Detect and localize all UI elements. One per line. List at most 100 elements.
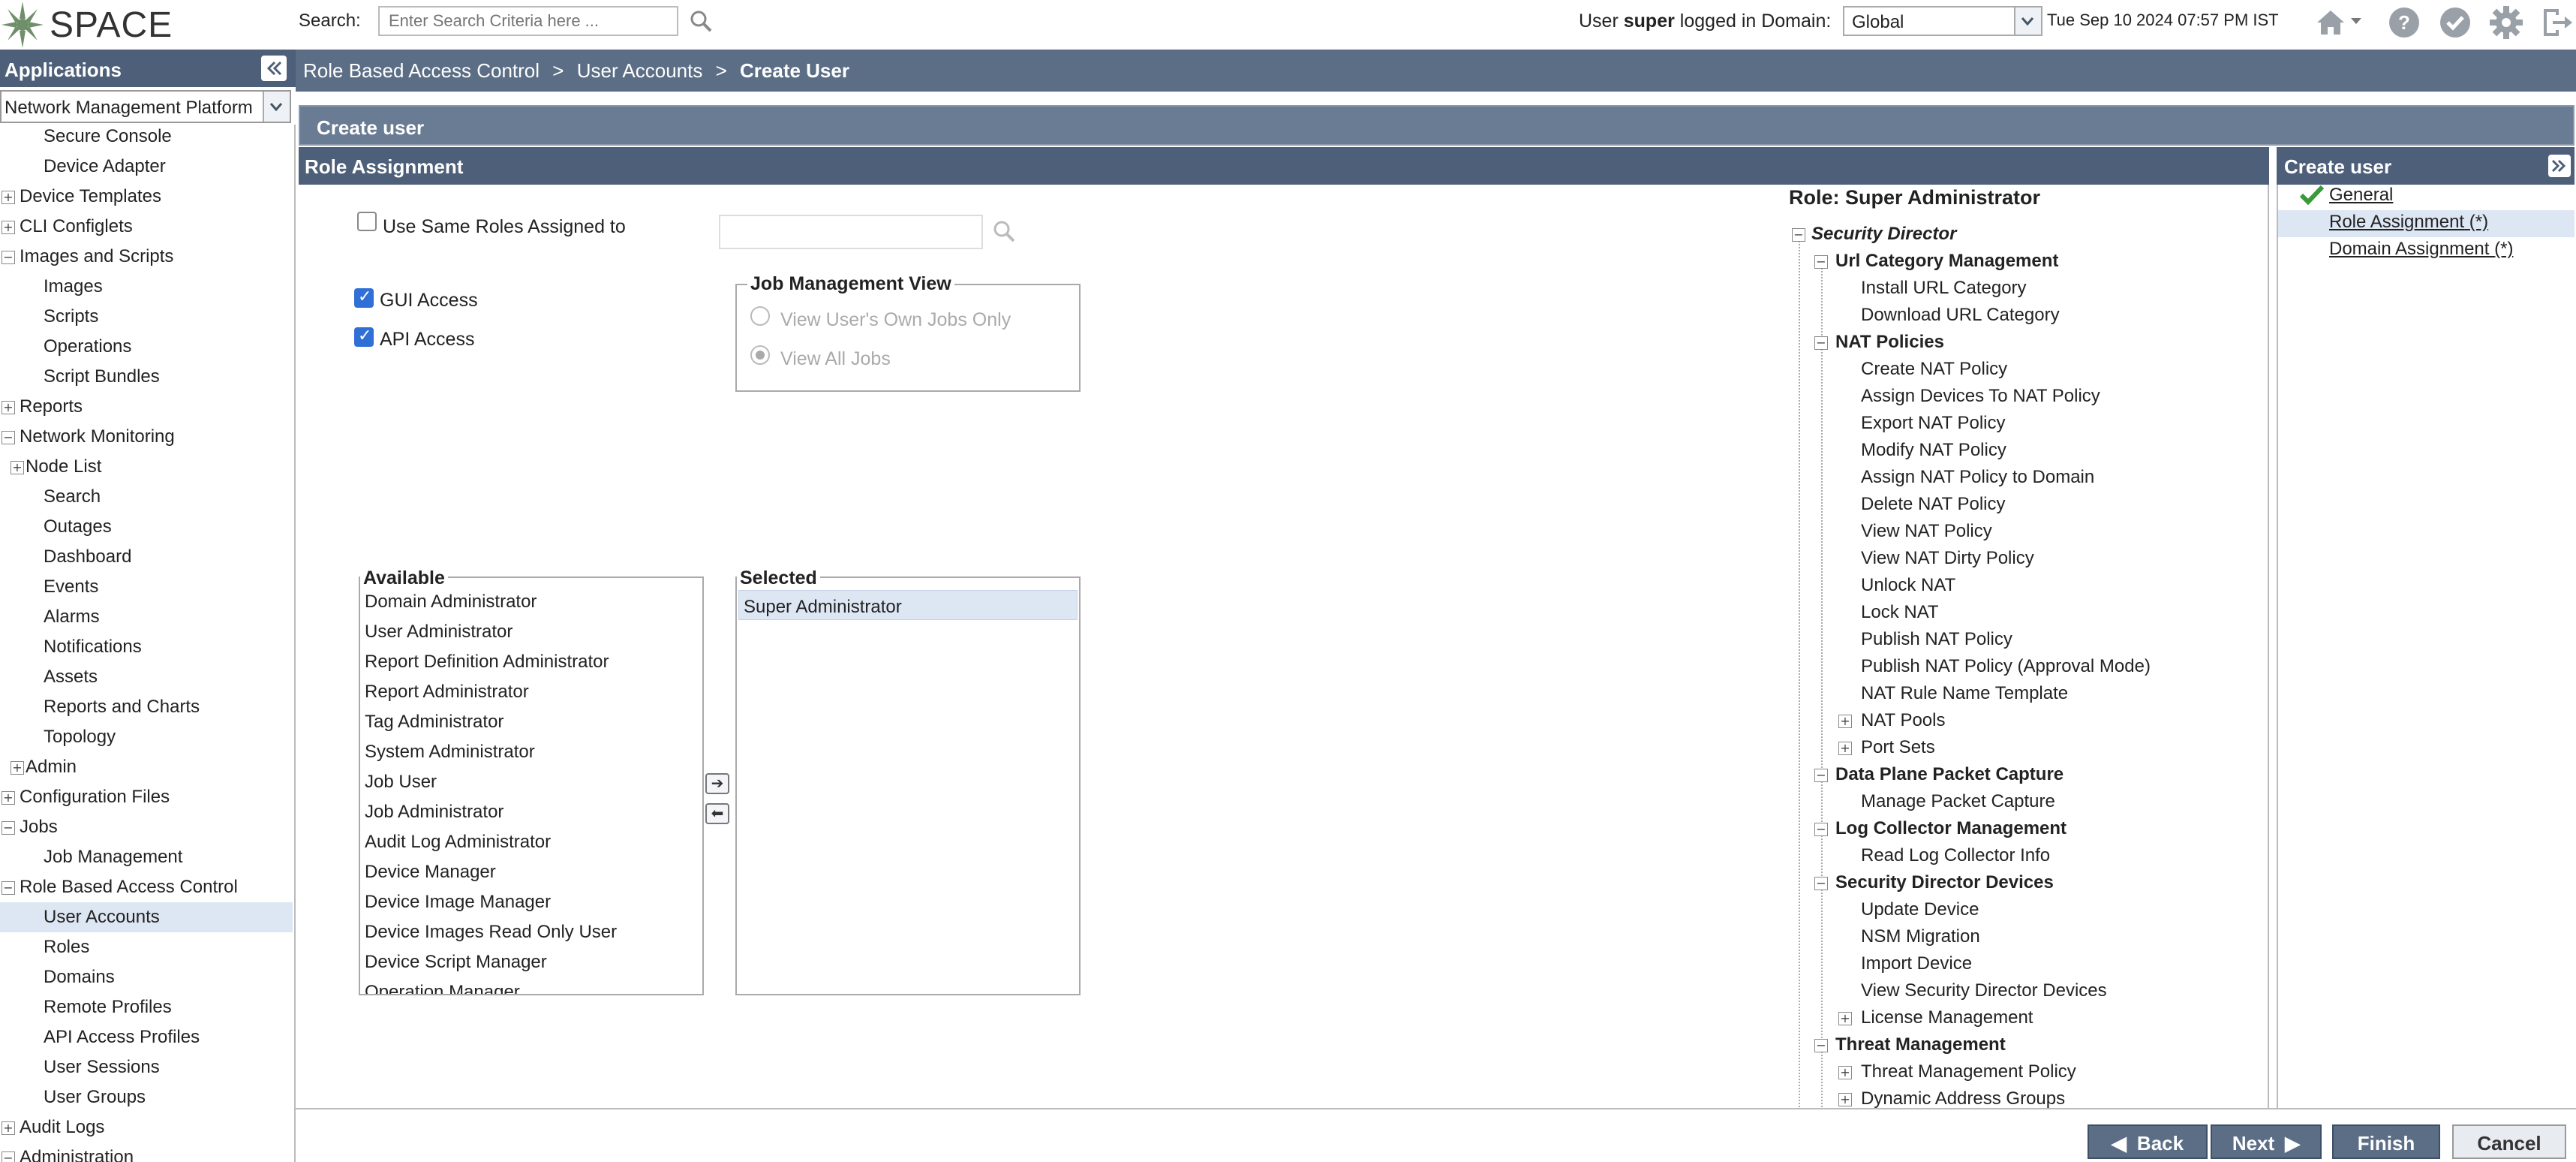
back-button[interactable]: ◀ Back xyxy=(2088,1124,2208,1159)
available-role-item[interactable]: System Administrator xyxy=(365,742,535,763)
sidebar-item-cli-configlets[interactable]: + CLI Configlets xyxy=(0,212,293,242)
selected-role-item[interactable]: Super Administrator xyxy=(738,590,1078,620)
sidebar-item-user-groups[interactable]: User Groups xyxy=(0,1082,293,1112)
expand-icon[interactable]: + xyxy=(11,761,24,775)
available-role-item[interactable]: Audit Log Administrator xyxy=(365,832,551,853)
collapse-icon[interactable]: − xyxy=(2,251,15,264)
available-role-item[interactable]: Job User xyxy=(365,772,437,793)
use-same-roles-checkbox[interactable] xyxy=(357,212,377,231)
logout-icon[interactable] xyxy=(2538,5,2574,41)
sidebar-item-user-accounts[interactable]: User Accounts xyxy=(0,902,293,932)
search-input[interactable] xyxy=(378,6,678,36)
sidebar-item-script-bundles[interactable]: Script Bundles xyxy=(0,362,293,392)
collapse-icon[interactable]: − xyxy=(1814,255,1828,269)
sidebar-item-notifications[interactable]: Notifications xyxy=(0,632,293,662)
sidebar-item-images[interactable]: Images xyxy=(0,272,293,302)
available-role-item[interactable]: Job Administrator xyxy=(365,802,503,823)
expand-icon[interactable]: + xyxy=(1838,715,1852,728)
search-icon[interactable] xyxy=(992,219,1016,243)
available-role-item[interactable]: Device Script Manager xyxy=(365,952,547,973)
available-role-item[interactable]: Device Images Read Only User xyxy=(365,922,617,943)
available-role-item[interactable]: User Administrator xyxy=(365,622,512,643)
expand-icon[interactable]: + xyxy=(1838,1012,1852,1025)
breadcrumb-item-rbac[interactable]: Role Based Access Control xyxy=(303,59,540,82)
use-same-roles-user-input[interactable] xyxy=(719,215,983,249)
domain-select[interactable]: Global xyxy=(1843,6,2042,36)
collapse-sidebar-icon[interactable] xyxy=(261,56,287,81)
sidebar-item-scripts[interactable]: Scripts xyxy=(0,302,293,332)
move-left-arrow-icon[interactable]: ⬅ xyxy=(705,803,729,824)
sidebar-item-remote-profiles[interactable]: Remote Profiles xyxy=(0,992,293,1022)
sidebar-item-node-list[interactable]: + Node List xyxy=(0,452,293,482)
sidebar-item-roles[interactable]: Roles xyxy=(0,932,293,962)
view-all-jobs-radio[interactable] xyxy=(750,345,770,365)
available-role-item[interactable]: Operation Manager xyxy=(365,982,520,994)
move-right-arrow-icon[interactable]: ➔ xyxy=(705,773,729,794)
expand-icon[interactable]: + xyxy=(1838,1066,1852,1079)
expand-icon[interactable]: + xyxy=(2,191,15,204)
available-role-item[interactable]: Tag Administrator xyxy=(365,712,503,733)
wizard-step-general[interactable]: General xyxy=(2329,185,2393,206)
sidebar-item-reports-and-charts[interactable]: Reports and Charts xyxy=(0,692,293,722)
view-own-jobs-radio[interactable] xyxy=(750,306,770,326)
cancel-button[interactable]: Cancel xyxy=(2452,1124,2566,1159)
next-button[interactable]: Next ▶ xyxy=(2211,1124,2322,1159)
expand-panel-icon[interactable] xyxy=(2548,155,2571,177)
available-role-item[interactable]: Device Image Manager xyxy=(365,892,551,913)
sidebar-item-topology[interactable]: Topology xyxy=(0,722,293,752)
collapse-icon[interactable]: − xyxy=(1814,877,1828,890)
finish-button[interactable]: Finish xyxy=(2332,1124,2440,1159)
sidebar-item-audit-logs[interactable]: + Audit Logs xyxy=(0,1112,293,1142)
collapse-icon[interactable]: − xyxy=(2,821,15,835)
gear-icon[interactable] xyxy=(2488,5,2524,41)
expand-icon[interactable]: + xyxy=(2,1121,15,1135)
breadcrumb-item-user-accounts[interactable]: User Accounts xyxy=(577,59,703,82)
collapse-icon[interactable]: − xyxy=(1792,228,1805,242)
search-icon[interactable] xyxy=(689,9,713,33)
sidebar-item-alarms[interactable]: Alarms xyxy=(0,602,293,632)
sidebar-item-images-and-scripts[interactable]: − Images and Scripts xyxy=(0,242,293,272)
sidebar-item-configuration-files[interactable]: + Configuration Files xyxy=(0,782,293,812)
collapse-icon[interactable]: − xyxy=(1814,336,1828,350)
sidebar-item-user-sessions[interactable]: User Sessions xyxy=(0,1052,293,1082)
expand-icon[interactable]: + xyxy=(11,461,24,474)
available-role-item[interactable]: Device Manager xyxy=(365,862,496,883)
available-role-item[interactable]: Report Definition Administrator xyxy=(365,652,609,673)
sidebar-item-search[interactable]: Search xyxy=(0,482,293,512)
sidebar-item-dashboard[interactable]: Dashboard xyxy=(0,542,293,572)
home-icon[interactable] xyxy=(2314,5,2350,41)
collapse-icon[interactable]: − xyxy=(1814,1039,1828,1052)
home-menu-chevron-icon[interactable] xyxy=(2349,14,2364,29)
sidebar-item-device-templates[interactable]: + Device Templates xyxy=(0,182,293,212)
sidebar-item-reports[interactable]: + Reports xyxy=(0,392,293,422)
wizard-step-domain-assignment[interactable]: Domain Assignment (*) xyxy=(2329,239,2513,260)
collapse-icon[interactable]: − xyxy=(1814,823,1828,836)
expand-icon[interactable]: + xyxy=(2,791,15,805)
sidebar-item-domains[interactable]: Domains xyxy=(0,962,293,992)
chevron-down-icon[interactable] xyxy=(2014,8,2041,35)
sidebar-item-api-access-profiles[interactable]: API Access Profiles xyxy=(0,1022,293,1052)
selected-roles-list[interactable]: Super Administrator xyxy=(735,576,1081,995)
sidebar-item-outages[interactable]: Outages xyxy=(0,512,293,542)
sidebar-item-secure-console[interactable]: Secure Console xyxy=(0,125,293,152)
check-status-icon[interactable] xyxy=(2437,5,2473,41)
collapse-icon[interactable]: − xyxy=(2,881,15,895)
application-select[interactable]: Network Management Platform xyxy=(0,90,291,123)
chevron-down-icon[interactable] xyxy=(263,92,290,122)
sidebar-item-role-based-access-control[interactable]: − Role Based Access Control xyxy=(0,872,293,902)
available-roles-list[interactable]: Domain Administrator User Administrator Re… xyxy=(359,576,704,995)
sidebar-item-network-monitoring[interactable]: − Network Monitoring xyxy=(0,422,293,452)
expand-icon[interactable]: + xyxy=(2,221,15,234)
sidebar-item-assets[interactable]: Assets xyxy=(0,662,293,692)
sidebar-item-job-management[interactable]: Job Management xyxy=(0,842,293,872)
collapse-icon[interactable]: − xyxy=(1814,769,1828,782)
sidebar-item-administration[interactable]: − Administration xyxy=(0,1142,293,1162)
gui-access-checkbox[interactable] xyxy=(354,287,374,308)
available-role-item[interactable]: Domain Administrator xyxy=(365,592,537,613)
api-access-checkbox[interactable] xyxy=(354,327,374,347)
collapse-icon[interactable]: − xyxy=(2,1151,15,1162)
expand-icon[interactable]: + xyxy=(2,401,15,414)
expand-icon[interactable]: + xyxy=(1838,742,1852,755)
collapse-icon[interactable]: − xyxy=(2,431,15,444)
sidebar-item-jobs[interactable]: − Jobs xyxy=(0,812,293,842)
